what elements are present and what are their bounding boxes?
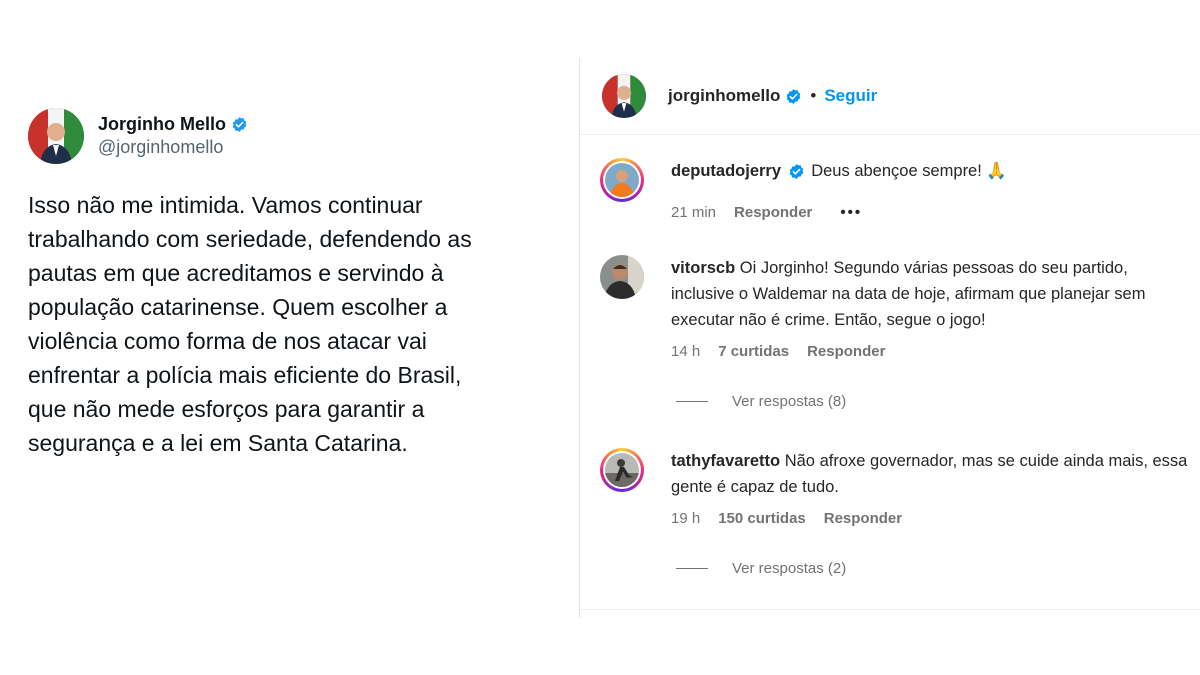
follow-button[interactable]: Seguir <box>824 86 877 106</box>
reply-button[interactable]: Responder <box>807 343 885 360</box>
likes-count[interactable]: 150 curtidas <box>718 510 806 527</box>
reply-button[interactable]: Responder <box>734 204 812 221</box>
comment-meta: 14 h 7 curtidas Responder <box>671 343 885 360</box>
comment-text: Oi Jorginho! Segundo várias pessoas do s… <box>671 259 1146 329</box>
comment-avatar[interactable] <box>600 158 644 202</box>
tweet-card: Jorginho Mello @jorginhomello Isso não m… <box>28 108 548 460</box>
tweet-text: Isso não me intimida. Vamos continuar tr… <box>28 192 472 456</box>
comment-username[interactable]: deputadojerry <box>671 162 781 180</box>
post-author-avatar[interactable] <box>602 74 646 118</box>
comment-time[interactable]: 14 h <box>671 343 700 360</box>
replies-divider <box>676 568 708 569</box>
verified-badge-icon <box>789 164 803 180</box>
verified-badge-icon <box>787 88 801 104</box>
reply-button[interactable]: Responder <box>824 510 902 527</box>
comment-avatar[interactable] <box>600 448 644 492</box>
tweet-author-name-text: Jorginho Mello <box>98 114 226 134</box>
comment-body: deputadojerry Deus abençoe sempre! 🙏 <box>671 158 1191 184</box>
view-replies-label: Ver respostas (8) <box>732 393 847 410</box>
header-separator: • <box>810 86 817 105</box>
post-author-username-text: jorginhomello <box>668 86 781 105</box>
post-header: jorginhomello • Seguir <box>580 58 1200 135</box>
view-replies-label: Ver respostas (2) <box>732 560 847 577</box>
tweet-avatar[interactable] <box>28 108 84 164</box>
instagram-comments-panel: jorginhomello • Seguir deputadojerry Deu… <box>579 58 1200 618</box>
tweet-author-handle[interactable]: @jorginhomello <box>98 137 248 158</box>
comment-body: vitorscb Oi Jorginho! Segundo várias pes… <box>671 255 1191 333</box>
comment-username[interactable]: vitorscb <box>671 259 735 277</box>
view-replies-button[interactable]: Ver respostas (8) <box>676 393 846 410</box>
comment-time[interactable]: 21 min <box>671 204 716 221</box>
more-options-icon[interactable]: ••• <box>840 204 862 221</box>
view-replies-button[interactable]: Ver respostas (2) <box>676 560 846 577</box>
tweet-author-name[interactable]: Jorginho Mello <box>98 114 248 135</box>
comment-username[interactable]: tathyfavaretto <box>671 452 780 470</box>
verified-badge-icon <box>232 117 247 132</box>
comment-text: Deus abençoe sempre! 🙏 <box>811 162 1007 180</box>
comment-time[interactable]: 19 h <box>671 510 700 527</box>
comment-body: tathyfavaretto Não afroxe governador, ma… <box>671 448 1191 500</box>
comment-avatar[interactable] <box>600 255 644 299</box>
panel-divider <box>580 609 1200 610</box>
post-author-username[interactable]: jorginhomello <box>668 86 802 106</box>
tweet-header: Jorginho Mello @jorginhomello <box>28 108 548 164</box>
comment-meta: 19 h 150 curtidas Responder <box>671 510 902 527</box>
likes-count[interactable]: 7 curtidas <box>718 343 789 360</box>
comment-meta: 21 min Responder ••• <box>671 204 862 221</box>
replies-divider <box>676 401 708 402</box>
